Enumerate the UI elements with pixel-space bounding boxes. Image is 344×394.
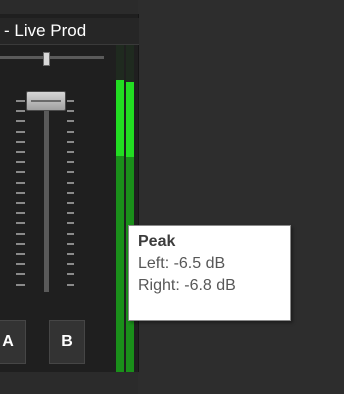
fader-tick [67, 140, 74, 143]
fader-tick [67, 212, 74, 215]
fader-tick [16, 140, 25, 143]
fader-tick [67, 181, 74, 184]
fader-tick [67, 151, 74, 153]
fader-tick [67, 242, 74, 245]
pan-slider-handle[interactable] [43, 52, 50, 66]
channel-title: - Live Prod [0, 18, 139, 45]
fader-tick [16, 100, 25, 102]
fader-tick [67, 100, 74, 102]
fader-tick [16, 222, 25, 225]
fader-tick [16, 110, 25, 113]
fader-tick [16, 263, 25, 266]
bus-a-button[interactable]: A [0, 320, 26, 364]
fader-tick [67, 253, 74, 255]
fader-tick [16, 181, 25, 184]
fader-tick [67, 130, 74, 133]
fader-tick [16, 273, 25, 276]
workspace-background [138, 0, 344, 394]
fader-tick [16, 191, 25, 194]
fader-tick [16, 120, 25, 123]
volume-fader-handle[interactable] [26, 91, 66, 111]
fader-tick [16, 242, 25, 245]
fader-tick [67, 273, 74, 276]
fader-tick [16, 253, 25, 255]
fader-tick [67, 202, 74, 204]
tooltip-right-level: Right: -6.8 dB [138, 277, 236, 294]
fader-tick [16, 202, 25, 204]
meter-peak-segment [116, 80, 124, 156]
fader-tick [67, 232, 74, 235]
fader-tick [16, 151, 25, 153]
meter-peak-segment [126, 82, 134, 157]
fader-tick [16, 283, 25, 286]
fader-tick [67, 283, 74, 286]
fader-tick [16, 161, 25, 164]
fader-tick [67, 191, 74, 194]
fader-tick [67, 222, 74, 225]
fader-tick [16, 171, 25, 174]
tooltip-title: Peak [138, 233, 176, 250]
fader-tick [67, 263, 74, 266]
tooltip-left-level: Left: -6.5 dB [138, 255, 226, 272]
volume-fader-track[interactable] [44, 94, 49, 292]
fader-tick [16, 232, 25, 235]
fader-tick [16, 212, 25, 215]
fader-tick [67, 110, 74, 113]
peak-tooltip: Peak Left: -6.5 dB Right: -6.8 dB [128, 225, 291, 321]
fader-tick [67, 161, 74, 164]
fader-tick [67, 120, 74, 123]
fader-tick [67, 171, 74, 174]
bus-b-button[interactable]: B [49, 320, 85, 364]
fader-tick [16, 130, 25, 133]
pan-slider-track[interactable] [0, 56, 104, 59]
meter-level-segment [116, 156, 124, 372]
